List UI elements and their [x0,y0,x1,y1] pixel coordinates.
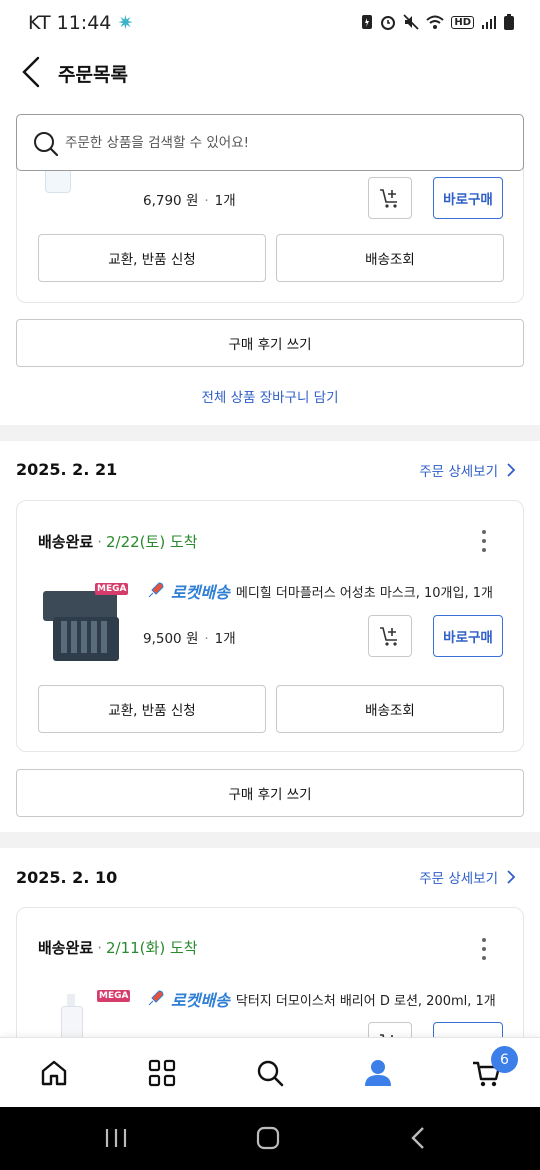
hd-icon: HD [451,15,474,29]
rocket-icon [148,990,164,1006]
add-all-to-cart-link[interactable]: 전체 상품 장바구니 담기 [0,386,540,406]
quantity: 1개 [214,193,236,209]
search-icon [34,132,59,157]
arrival-date: 2/22(토) 도착 [105,533,198,551]
mute-icon [403,14,419,30]
write-review-button[interactable]: 구매 후기 쓰기 [16,319,524,367]
back-button[interactable] [18,54,50,90]
battery-saver-icon [362,15,373,29]
page-title: 주문목록 [58,64,128,86]
bottom-nav [0,1037,540,1107]
write-review-button[interactable]: 구매 후기 쓰기 [16,769,524,817]
home-icon [41,1060,67,1086]
product-title-row[interactable]: 로켓배송 메디힐 더마플러스 어성초 마스크, 10개입, 1개 [145,579,493,603]
wifi-icon [426,15,444,29]
product-thumbnail[interactable]: MEGA [39,581,129,663]
system-nav-bar [0,1107,540,1170]
exchange-return-button[interactable]: 교환, 반품 신청 [38,685,266,733]
buy-now-button[interactable]: 바로구매 [433,177,503,219]
product-name: 닥터지 더모이스처 배리어 D 로션, 200ml, 1개 [235,993,496,1009]
rocket-delivery-label: 로켓배송 [171,991,230,1010]
order-detail-link[interactable]: 주문 상세보기 [419,460,516,480]
cart-count-badge: 6 [491,1046,518,1073]
order-detail-link[interactable]: 주문 상세보기 [419,867,516,887]
add-to-cart-button[interactable] [368,615,412,657]
nav-search[interactable] [253,1056,287,1090]
status-bar: KT 11:44 ✷ HD [0,0,540,50]
more-options-button[interactable] [474,936,494,962]
chevron-right-icon [507,870,516,884]
delivery-status: 배송완료 · 2/22(토) 도착 [38,533,198,551]
add-to-cart-button[interactable] [368,177,412,219]
arrival-date: 2/11(화) 도착 [105,939,198,957]
cart-plus-icon [380,189,397,208]
status-text: 배송완료 [38,533,94,551]
section-divider [0,425,540,441]
price: 6,790 원 [143,193,199,209]
search-icon [257,1060,284,1087]
status-text: 배송완료 [38,939,94,957]
mega-badge: MEGA [95,583,129,595]
alarm-icon [381,16,396,30]
exchange-return-button[interactable]: 교환, 반품 신청 [38,234,266,282]
product-title-row[interactable]: 로켓배송 닥터지 더모이스처 배리어 D 로션, 200ml, 1개 [145,987,496,1011]
order-detail-label: 주문 상세보기 [419,871,498,887]
home-button[interactable] [256,1126,280,1150]
status-carrier: KT 11:44 ✷ [28,12,133,34]
chevron-left-icon [22,56,40,88]
cart-plus-icon [380,627,397,646]
nav-my-page[interactable] [361,1056,395,1090]
quantity: 1개 [214,631,236,647]
price: 9,500 원 [143,631,199,647]
mega-badge: MEGA [97,990,131,1002]
status-icons: HD [361,14,514,30]
price-row: 6,790 원 · 1개 [143,193,236,209]
my-page-icon [365,1060,391,1086]
star-icon: ✷ [117,12,134,34]
back-nav-button[interactable] [410,1126,426,1150]
category-icon [148,1059,176,1087]
nav-category[interactable] [145,1056,179,1090]
chevron-right-icon [507,463,516,477]
rocket-icon [148,582,164,598]
track-delivery-button[interactable]: 배송조회 [276,234,504,282]
product-thumbnail[interactable] [45,171,71,193]
search-box[interactable] [16,114,524,171]
order-detail-label: 주문 상세보기 [419,464,498,480]
delivery-status: 배송완료 · 2/11(화) 도착 [38,939,198,957]
battery-icon [504,14,514,30]
order-date: 2025. 2. 21 [16,460,118,479]
order-card: 배송완료 · 2/22(토) 도착 MEGA 로켓배송 메디힐 더마플러스 어성초 … [16,500,524,752]
buy-now-button[interactable]: 바로구매 [433,615,503,657]
nav-home[interactable] [37,1056,71,1090]
track-delivery-button[interactable]: 배송조회 [276,685,504,733]
product-name: 메디힐 더마플러스 어성초 마스크, 10개입, 1개 [235,585,493,601]
signal-icon [482,16,496,29]
rocket-delivery-label: 로켓배송 [171,583,230,602]
order-date: 2025. 2. 10 [16,868,118,887]
price-row: 9,500 원 · 1개 [143,631,236,647]
carrier-time: KT 11:44 [28,12,112,34]
section-divider [0,832,540,848]
search-input[interactable] [65,129,505,157]
more-options-button[interactable] [474,528,494,554]
recent-apps-button[interactable] [104,1127,128,1149]
